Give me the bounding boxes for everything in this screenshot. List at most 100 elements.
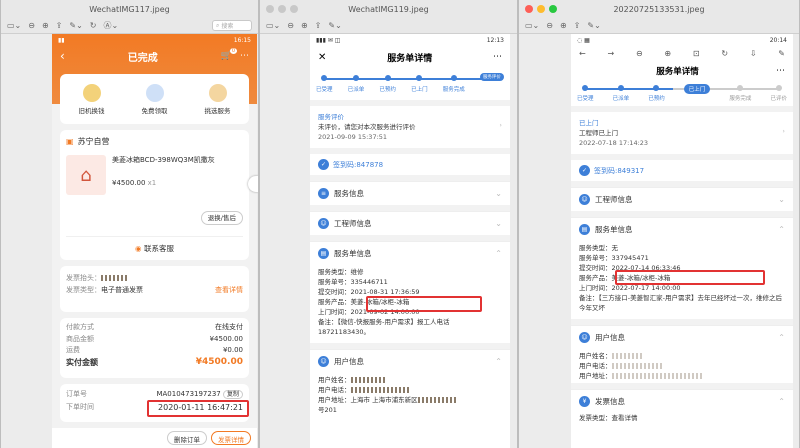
store-icon: ▣ (66, 137, 74, 146)
chevron-down-icon: ⌄ (495, 219, 502, 228)
image-order-detail: ▮▮ 16:15 ‹ 已完成 🛒 0 ⋯ 旧机换钱 免费领取 挑选服务 ▣ 苏宁自营 … (52, 34, 257, 448)
invoice-card: 发票抬头： 发票类型：电子普通发票 查看详情 (60, 266, 249, 312)
zoom-out-icon[interactable]: ⊖ (546, 21, 553, 30)
page-title: 已完成 (127, 52, 158, 64)
more-icon[interactable]: ⋯ (493, 52, 502, 62)
forward-arrow-icon[interactable]: → (607, 49, 614, 58)
status-section[interactable]: 已上门 工程师已上门 2022-07-18 17:14:23 › (571, 112, 793, 154)
sidebar-toggle-icon[interactable]: ▭⌄ (7, 21, 21, 30)
product-image[interactable]: ⌂ (66, 155, 106, 195)
paid-amount: ¥4500.00 (195, 356, 243, 367)
markup-icon[interactable]: ✎⌄ (69, 21, 82, 30)
user-icon: ☺ (579, 332, 590, 343)
download-icon[interactable]: ⇩ (750, 49, 757, 58)
markup-icon[interactable]: ✎⌄ (587, 21, 600, 30)
title-bar: WechatIMG119.jpeg (260, 0, 517, 18)
section-user-info[interactable]: ☺ 用户信息 ⌃ (310, 349, 510, 373)
chevron-right-icon: › (782, 127, 785, 135)
chevron-right-icon: › (499, 121, 502, 129)
product-card: ▣ 苏宁自营 ⌂ 美菱冰箱BCD-398WQ3M凯撒灰 ¥4500.00 x1 退… (60, 130, 249, 260)
window-title: WechatIMG117.jpeg (89, 4, 170, 14)
window-title: WechatIMG119.jpeg (348, 4, 429, 14)
order-number: MA010473197237 (156, 390, 221, 398)
copy-button[interactable]: 复制 (222, 390, 243, 399)
toolbar: ▭⌄ ⊖ ⊕ ⇪ ✎⌄ ↻ Ⓐ⌄ ⌕ 搜索 (1, 18, 258, 34)
zoom-in-icon[interactable]: ⊕ (301, 21, 308, 30)
delete-order-button[interactable]: 删除订单 (167, 431, 207, 445)
share-icon[interactable]: ⇪ (574, 21, 581, 30)
section-order-info[interactable]: ▤ 服务单信息 ⌃ (310, 241, 510, 265)
preview-window-3: 20220725133531.jpeg ▭⌄ ⊖ ⊕ ⇪ ✎⌄ ◌ ▦ 20:14… (518, 0, 800, 448)
payment-card: 付款方式 在线支付 商品金额 ¥4500.00 运费 ¥0.00 实付金额 ¥4500.… (60, 318, 249, 378)
share-icon[interactable]: ⇪ (56, 21, 63, 30)
preview-window-2: WechatIMG119.jpeg ▭⌄ ⊖ ⊕ ⇪ ✎⌄ ▮▮▮ ✉ ◫ 12:… (259, 0, 518, 448)
trade-in-icon-item[interactable]: 旧机换钱 (79, 83, 105, 115)
scroll-handle[interactable] (248, 176, 258, 192)
section-engineer-info[interactable]: ☺ 工程师信息 ⌄ (571, 187, 793, 211)
chevron-down-icon: ⌄ (778, 195, 785, 204)
zoom-in-icon[interactable]: ⊕ (664, 49, 671, 58)
invoice-detail-link[interactable]: 查看详情 (215, 284, 243, 296)
more-icon[interactable]: ⋯ (240, 51, 249, 61)
annotate-icon[interactable]: Ⓐ⌄ (103, 20, 118, 31)
section-engineer-info[interactable]: ☺ 工程师信息 ⌄ (310, 211, 510, 235)
toolbar: ▭⌄ ⊖ ⊕ ⇪ ✎⌄ (519, 18, 799, 34)
invoice-detail-button[interactable]: 发票详情 (211, 431, 251, 445)
chevron-up-icon: ⌃ (778, 397, 785, 406)
section-user-info[interactable]: ☺ 用户信息 ⌃ (571, 325, 793, 349)
product-price: ¥4500.00 (112, 179, 146, 187)
preview-window-1: WechatIMG117.jpeg ▭⌄ ⊖ ⊕ ⇪ ✎⌄ ↻ Ⓐ⌄ ⌕ 搜索 … (0, 0, 259, 448)
section-order-info[interactable]: ▤ 服务单信息 ⌃ (571, 217, 793, 241)
tool-icon[interactable]: ✎ (778, 49, 785, 58)
chevron-up-icon: ⌃ (778, 225, 785, 234)
pick-service-icon-item[interactable]: 挑选服务 (205, 83, 231, 115)
engineer-icon: ☺ (579, 194, 590, 205)
rotate-icon[interactable]: ↻ (721, 49, 728, 58)
user-info-rows: 用户姓名： 用户电话： 用户地址：上海市 上海市浦东新区 号201 (310, 373, 510, 417)
user-info-rows: 用户姓名： 用户电话： 用户地址： (571, 349, 793, 383)
sidebar-toggle-icon[interactable]: ▭⌄ (525, 21, 539, 30)
headset-icon: ◉ (135, 244, 142, 253)
markup-icon[interactable]: ✎⌄ (328, 21, 341, 30)
engineer-icon: ☺ (318, 218, 329, 229)
more-icon[interactable]: ⋯ (776, 66, 785, 76)
highlight-submit-time (615, 270, 765, 285)
zoom-in-icon[interactable]: ⊕ (560, 21, 567, 30)
fit-icon[interactable]: ⊡ (693, 49, 700, 58)
page-title: 服务单详情 (656, 67, 699, 77)
back-arrow-icon[interactable]: ← (579, 49, 586, 58)
page-title: 服务单详情 (387, 53, 433, 64)
back-icon[interactable]: ‹ (60, 49, 65, 63)
user-icon: ☺ (318, 356, 329, 367)
progress-steps: 已受理 已派单 已预约 已上门 服务完成 已评价 (571, 82, 793, 106)
invoice-row: 发票类型：查看详情 (579, 414, 638, 422)
free-claim-icon-item[interactable]: 免费领取 (142, 83, 168, 115)
highlight-submit-time (366, 296, 482, 312)
share-icon[interactable]: ⇪ (315, 21, 322, 30)
evaluation-section[interactable]: 服务评价 未评价，请您对本次服务进行评价 2021-09-09 15:37:51… (310, 106, 510, 148)
order-icon: ▤ (318, 248, 329, 259)
zoom-out-icon[interactable]: ⊖ (287, 21, 294, 30)
close-icon[interactable]: ✕ (318, 52, 326, 63)
store-name: 苏宁自营 (77, 137, 110, 146)
zoom-out-icon[interactable]: ⊖ (28, 21, 35, 30)
chevron-up-icon: ⌃ (778, 333, 785, 342)
section-service-info[interactable]: ≡ 服务信息 ⌄ (310, 181, 510, 205)
zoom-out-icon[interactable]: ⊖ (636, 49, 643, 58)
cart-icon[interactable]: 🛒 0 (221, 48, 237, 61)
image-service-order: ▮▮▮ ✉ ◫ 12:13 ✕ 服务单详情 ⋯ 已受理 已派单 已预约 已上门 服… (310, 34, 510, 448)
title-bar: WechatIMG117.jpeg (1, 0, 258, 18)
chevron-up-icon: ⌃ (495, 357, 502, 366)
rotate-icon[interactable]: ↻ (90, 21, 97, 30)
sidebar-toggle-icon[interactable]: ▭⌄ (266, 21, 280, 30)
contact-service-button[interactable]: 联系客服 (144, 244, 174, 253)
search-input[interactable]: ⌕ 搜索 (212, 20, 252, 31)
chevron-down-icon: ⌄ (495, 189, 502, 198)
section-invoice-info[interactable]: ¥ 发票信息 ⌃ (571, 389, 793, 413)
progress-steps: 已受理 已派单 已预约 已上门 服务完成 服务评价 (310, 72, 510, 100)
refund-button[interactable]: 退换/售后 (200, 211, 243, 225)
product-name[interactable]: 美菱冰箱BCD-398WQ3M凯撒灰 (112, 155, 215, 165)
check-icon: ✓ (579, 165, 590, 176)
service-icons: 旧机换钱 免费领取 挑选服务 (60, 74, 249, 124)
zoom-in-icon[interactable]: ⊕ (42, 21, 49, 30)
